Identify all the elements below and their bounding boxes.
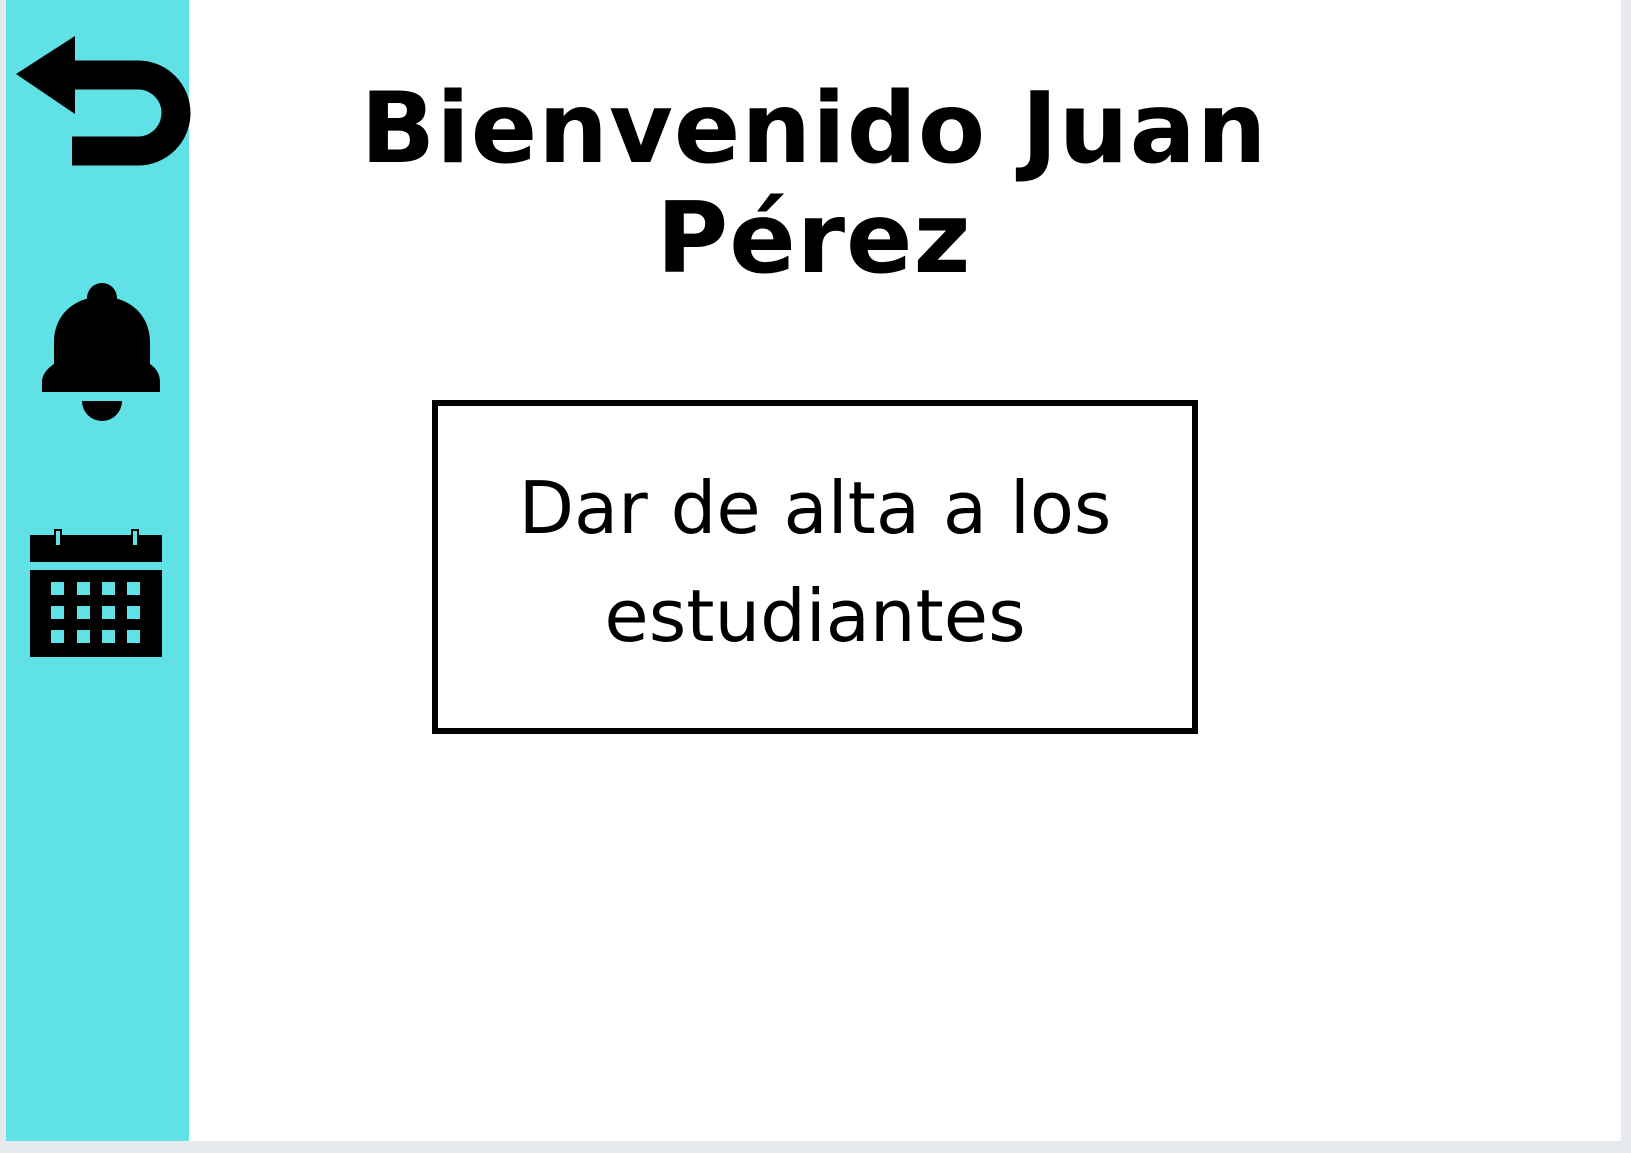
- calendar-icon: [30, 529, 162, 657]
- app-frame: Bienvenido Juan Pérez Dar de alta a los …: [6, 0, 1621, 1141]
- welcome-title: Bienvenido Juan Pérez: [360, 72, 1268, 296]
- back-arrow-icon: [16, 36, 191, 166]
- bell-icon: [42, 283, 160, 421]
- notifications-button[interactable]: [42, 282, 164, 440]
- back-button[interactable]: [10, 36, 196, 176]
- sidebar: [6, 0, 191, 1141]
- enroll-students-label: Dar de alta a los estudiantes: [518, 466, 1112, 658]
- calendar-button[interactable]: [30, 529, 172, 665]
- enroll-students-button[interactable]: Dar de alta a los estudiantes: [432, 400, 1198, 734]
